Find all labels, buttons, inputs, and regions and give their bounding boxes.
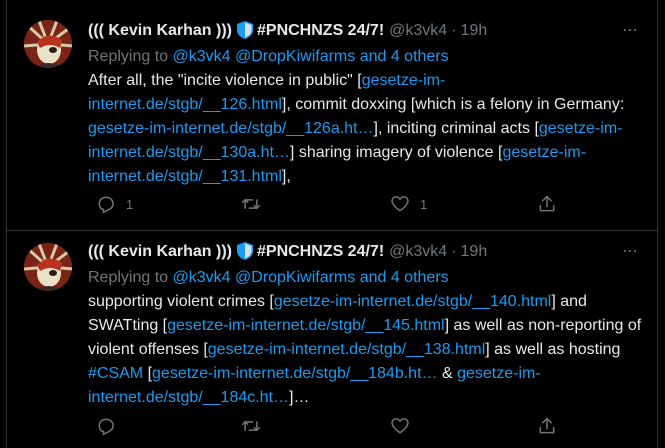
tweet-text-segment: [: [143, 365, 153, 382]
avatar[interactable]: [24, 243, 72, 291]
avatar-image: [24, 20, 72, 68]
url-link[interactable]: gesetze-im-internet.de/stgb/__138.html: [208, 341, 485, 358]
tweet-text-segment: ],: [281, 168, 291, 185]
retweet-icon: [241, 421, 261, 431]
author-suffix[interactable]: #PNCHNZS 24/7!: [257, 241, 384, 263]
author-name[interactable]: ((( Kevin Karhan ))): [88, 241, 232, 263]
avatar-image: [24, 243, 72, 291]
reply-icon: [98, 196, 114, 214]
timestamp[interactable]: 19h: [461, 20, 488, 42]
separator-dot: ·: [451, 243, 457, 260]
tweet-text-segment: ] as well as hosting: [485, 341, 621, 358]
tweet-text-segment: After all, the "incite violence in publi…: [88, 72, 362, 89]
like-button[interactable]: 1: [390, 194, 427, 214]
replying-to-prefix: Replying to: [88, 269, 169, 286]
tweet-actions: 1 1: [88, 194, 558, 218]
tweet-actions: [88, 416, 558, 440]
heart-icon: [391, 196, 409, 212]
tweet-content: ((( Kevin Karhan ))) #PNCHNZS 24/7! @k3v…: [88, 20, 643, 189]
heart-icon: [391, 418, 409, 434]
tweet-text-segment: ] sharing imagery of violence [: [289, 144, 503, 161]
tweet-text-segment: ]…: [289, 389, 310, 406]
tweet-text: supporting violent crimes [gesetze-im-in…: [88, 290, 643, 410]
separator-dot: ·: [451, 22, 457, 39]
tweet-text-segment: &: [437, 365, 458, 382]
reply-icon: [98, 418, 114, 436]
retweet-button[interactable]: [241, 416, 271, 436]
share-button[interactable]: [537, 194, 557, 214]
share-icon: [539, 417, 555, 434]
replying-to: Replying to @k3vk4 @DropKiwifarms and 4 …: [88, 266, 643, 290]
like-button[interactable]: [390, 416, 420, 436]
more-options-icon[interactable]: ⋯: [622, 20, 639, 40]
retweet-button[interactable]: [241, 194, 271, 214]
author-name[interactable]: ((( Kevin Karhan ))): [88, 20, 232, 42]
tweet-text: After all, the "incite violence in publi…: [88, 69, 643, 189]
replying-to-mentions[interactable]: @k3vk4 @DropKiwifarms and 4 others: [173, 48, 449, 65]
reply-button[interactable]: [96, 416, 126, 436]
tweet-content: ((( Kevin Karhan ))) #PNCHNZS 24/7! @k3v…: [88, 241, 643, 410]
share-button[interactable]: [537, 416, 557, 436]
tweet-header: ((( Kevin Karhan ))) #PNCHNZS 24/7! @k3v…: [88, 241, 643, 263]
replying-to-mentions[interactable]: @k3vk4 @DropKiwifarms and 4 others: [173, 269, 449, 286]
retweet-icon: [241, 199, 261, 209]
url-link[interactable]: gesetze-im-internet.de/stgb/__145.html: [167, 317, 444, 334]
author-handle[interactable]: @k3vk4: [389, 241, 447, 263]
url-link[interactable]: gesetze-im-internet.de/stgb/__126a.ht…: [88, 120, 374, 137]
reply-count: 1: [126, 196, 134, 212]
share-icon: [539, 195, 555, 212]
like-count: 1: [420, 196, 428, 212]
shield-icon: [237, 20, 253, 46]
tweet[interactable]: ((( Kevin Karhan ))) #PNCHNZS 24/7! @k3v…: [7, 230, 657, 446]
tweet-header: ((( Kevin Karhan ))) #PNCHNZS 24/7! @k3v…: [88, 20, 643, 42]
more-options-icon[interactable]: ⋯: [622, 241, 639, 261]
replying-to-prefix: Replying to: [88, 48, 169, 65]
reply-button[interactable]: 1: [96, 194, 133, 214]
url-link[interactable]: gesetze-im-internet.de/stgb/__184b.ht…: [152, 365, 438, 382]
author-suffix[interactable]: #PNCHNZS 24/7!: [257, 20, 384, 42]
timeline: ((( Kevin Karhan ))) #PNCHNZS 24/7! @k3v…: [6, 0, 658, 448]
hashtag-link[interactable]: #CSAM: [88, 365, 143, 382]
tweet-text-segment: ], commit doxxing [which is a felony in …: [281, 96, 625, 113]
tweet-text-segment: ], inciting criminal acts [: [373, 120, 539, 137]
url-link[interactable]: gesetze-im-internet.de/stgb/__140.html: [274, 293, 551, 310]
avatar[interactable]: [24, 20, 72, 68]
tweet-text-segment: supporting violent crimes [: [88, 293, 274, 310]
timestamp[interactable]: 19h: [461, 241, 488, 263]
replying-to: Replying to @k3vk4 @DropKiwifarms and 4 …: [88, 45, 643, 69]
author-handle[interactable]: @k3vk4: [389, 20, 447, 42]
tweet[interactable]: ((( Kevin Karhan ))) #PNCHNZS 24/7! @k3v…: [7, 10, 657, 230]
shield-icon: [237, 241, 253, 267]
